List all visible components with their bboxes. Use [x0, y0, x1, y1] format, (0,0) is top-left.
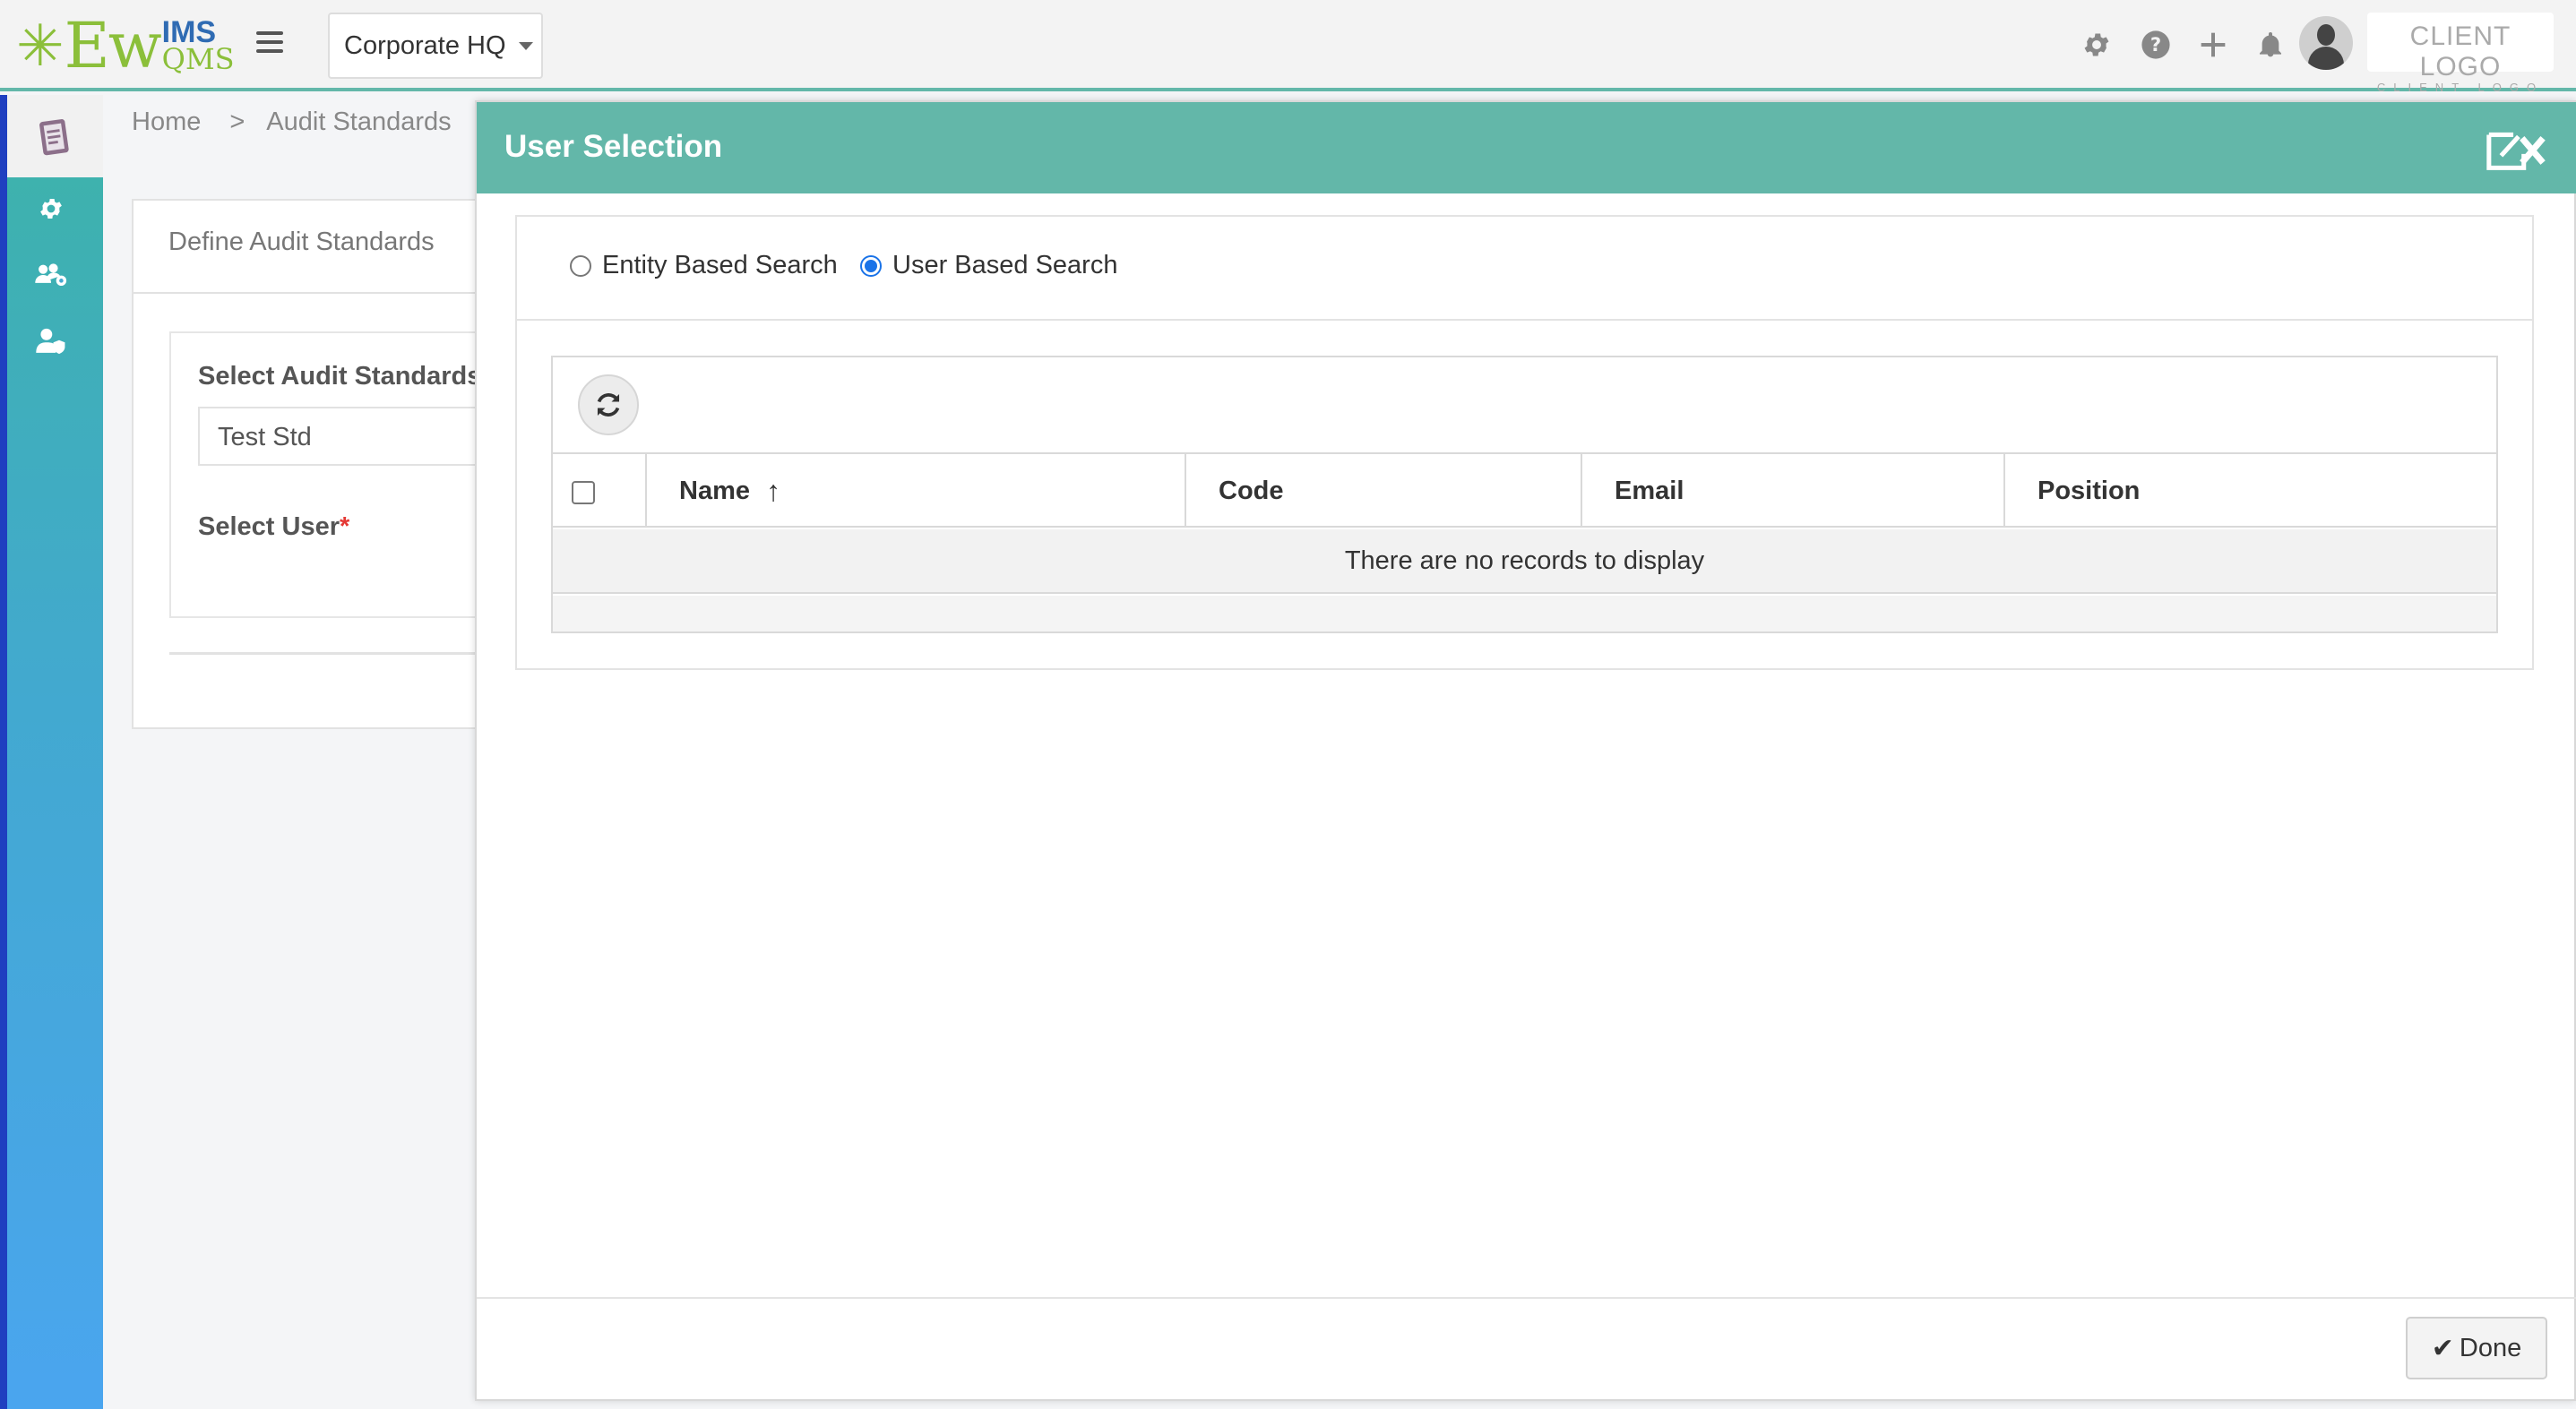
- user-avatar[interactable]: [2299, 16, 2353, 70]
- card-title: Define Audit Standards: [168, 228, 435, 256]
- users-gear-icon: [35, 263, 67, 287]
- empty-message: There are no records to display: [1344, 546, 1705, 575]
- plus-icon[interactable]: [2192, 23, 2235, 66]
- column-header-position[interactable]: Position: [2003, 454, 2496, 528]
- empty-records-row: There are no records to display: [553, 529, 2496, 594]
- done-button-label: Done: [2459, 1333, 2522, 1362]
- column-header-code-label: Code: [1219, 476, 1284, 505]
- column-header-name[interactable]: Name ↑: [645, 454, 1185, 528]
- refresh-button[interactable]: [578, 374, 639, 435]
- select-user-label: Select User*: [198, 512, 349, 542]
- select-user-label-text: Select User: [198, 512, 340, 541]
- chevron-right-icon: >: [229, 107, 246, 136]
- modal-header: [477, 102, 2576, 193]
- checkmark-icon: ✔: [2431, 1333, 2454, 1363]
- sidebar-item-settings[interactable]: [27, 185, 75, 233]
- gear-icon[interactable]: [2075, 23, 2118, 66]
- caret-down-icon: [518, 41, 533, 50]
- logo-ew-text: Ew: [64, 9, 162, 82]
- modal-title: User Selection: [504, 129, 723, 164]
- refresh-icon: [597, 393, 620, 417]
- column-header-position-label: Position: [2038, 476, 2141, 505]
- gear-icon: [40, 199, 62, 219]
- radio-button[interactable]: [570, 254, 591, 277]
- select-audit-standards-label: Select Audit Standards: [198, 362, 482, 391]
- required-marker: *: [340, 512, 350, 541]
- column-header-email[interactable]: Email: [1581, 454, 2003, 528]
- clipboard-icon: [39, 119, 69, 156]
- user-based-search-label: User Based Search: [892, 251, 1118, 279]
- help-icon[interactable]: ?: [2134, 23, 2177, 66]
- bell-icon[interactable]: [2249, 23, 2292, 66]
- select-all-checkbox[interactable]: [572, 481, 595, 504]
- sidebar-item-audit[interactable]: [7, 95, 103, 177]
- sort-ascending-icon: ↑: [766, 474, 780, 507]
- app-logo[interactable]: ✳ Ew IMS QMS: [16, 9, 235, 82]
- close-modal-icon[interactable]: [2484, 122, 2546, 176]
- column-header-code[interactable]: Code: [1185, 454, 1581, 528]
- svg-text:?: ?: [2150, 34, 2161, 56]
- hamburger-menu-icon[interactable]: [254, 27, 285, 57]
- breadcrumb-home-link[interactable]: Home: [132, 107, 201, 136]
- radio-button-selected[interactable]: [860, 254, 882, 277]
- entity-based-search-radio[interactable]: Entity Based Search: [570, 251, 838, 280]
- client-logo-text: CLIENT LOGO: [2409, 21, 2511, 82]
- user-shield-icon: [36, 328, 65, 355]
- divider: [517, 319, 2532, 321]
- site-selector-value: Corporate HQ: [344, 30, 506, 60]
- logo-qms-text: QMS: [161, 41, 235, 76]
- entity-based-search-label: Entity Based Search: [602, 251, 838, 279]
- divider: [477, 1297, 2576, 1299]
- breadcrumb-current: Audit Standards: [266, 107, 452, 136]
- column-header-name-label: Name: [679, 476, 750, 505]
- grid-footer: [553, 596, 2496, 631]
- logo-suffix: IMS QMS: [161, 18, 235, 76]
- breadcrumb: Home > Audit Standards: [132, 107, 452, 137]
- sun-logo-icon: ✳: [16, 13, 65, 78]
- done-button[interactable]: ✔ Done: [2406, 1317, 2547, 1379]
- column-header-email-label: Email: [1615, 476, 1684, 505]
- sidebar-item-user-roles[interactable]: [27, 317, 75, 365]
- client-logo-subtext: CLIENT LOGO: [2376, 81, 2545, 94]
- user-based-search-radio[interactable]: User Based Search: [860, 251, 1117, 280]
- sidebar-item-user-groups[interactable]: [27, 251, 75, 299]
- client-logo: CLIENT LOGO CLIENT LOGO: [2367, 13, 2554, 94]
- site-selector-dropdown[interactable]: Corporate HQ: [328, 13, 543, 79]
